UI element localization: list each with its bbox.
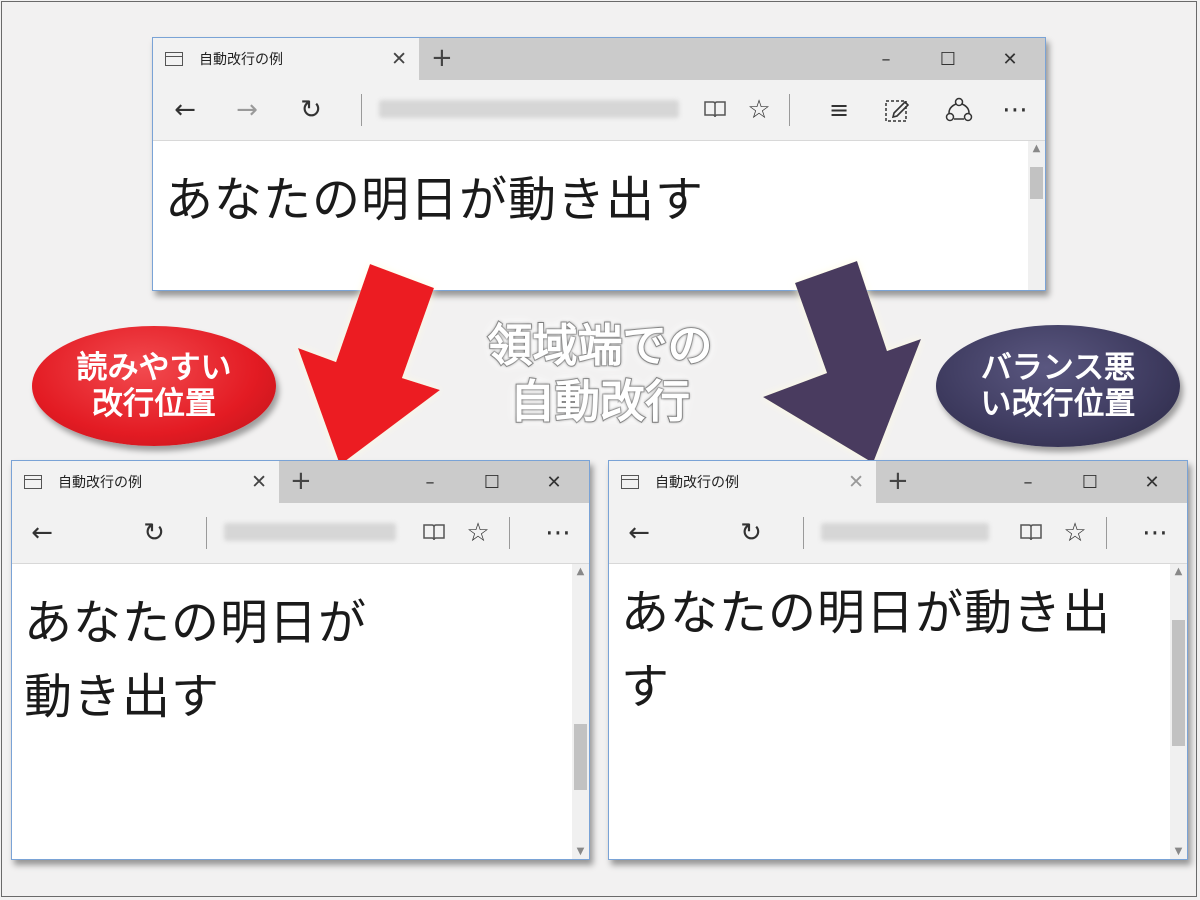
browser-window-left: 自動改行の例 ✕ + – ☐ ✕ ← ↻ ☆ ⋯ あなたの明日が 動き出す ▲ … <box>11 460 590 860</box>
tab-close-icon[interactable]: ✕ <box>251 471 267 493</box>
scroll-up-arrow-icon[interactable]: ▲ <box>572 566 589 577</box>
window-controls: – ☐ ✕ <box>997 461 1183 503</box>
window-controls: – ☐ ✕ <box>399 461 585 503</box>
caption-line: 自動改行 <box>509 374 691 429</box>
vertical-scrollbar[interactable]: ▲ <box>1028 141 1045 290</box>
scrollbar-thumb[interactable] <box>1030 167 1043 199</box>
vertical-scrollbar[interactable]: ▲ ▼ <box>1170 564 1187 859</box>
reading-view-icon[interactable] <box>1019 522 1043 542</box>
page-text-line: す <box>621 659 671 715</box>
refresh-button[interactable]: ↻ <box>291 80 331 140</box>
refresh-button[interactable]: ↻ <box>134 503 174 563</box>
tab-close-icon[interactable]: ✕ <box>848 471 864 493</box>
scroll-down-arrow-icon[interactable]: ▼ <box>572 846 589 857</box>
window-controls: – ☐ ✕ <box>855 38 1041 80</box>
minimize-button[interactable]: – <box>399 472 461 493</box>
scrollbar-thumb[interactable] <box>1172 620 1185 746</box>
page-text: あなたの明日が 動き出す <box>24 586 367 734</box>
reading-view-icon[interactable] <box>422 522 446 542</box>
toolbar: ← → ↻ ☆ ≡ ⋯ <box>153 80 1045 141</box>
title-bar: 自動改行の例 ✕ + – ☐ ✕ <box>12 461 589 503</box>
close-window-button[interactable]: ✕ <box>979 49 1041 70</box>
page-text-line: あなたの明日が動き出す <box>165 172 705 228</box>
toolbar: ← ↻ ☆ ⋯ <box>609 503 1187 564</box>
title-bar: 自動改行の例 ✕ + – ☐ ✕ <box>609 461 1187 503</box>
title-bar: 自動改行の例 ✕ + – ☐ ✕ <box>153 38 1045 80</box>
arrow-left-shape <box>298 264 440 465</box>
arrow-right <box>763 261 921 463</box>
favorite-star-icon[interactable]: ☆ <box>1055 503 1095 563</box>
page-text: あなたの明日が動き出す <box>165 163 704 237</box>
toolbar-separator <box>509 517 510 549</box>
toolbar-separator <box>361 94 362 126</box>
minimize-button[interactable]: – <box>997 472 1059 493</box>
refresh-button[interactable]: ↻ <box>731 503 771 563</box>
tab-title: 自動改行の例 <box>655 475 739 491</box>
page-content: あなたの明日が 動き出す ▲ ▼ <box>12 564 589 859</box>
maximize-button[interactable]: ☐ <box>1059 472 1121 493</box>
badge-line: 改行位置 <box>92 386 216 422</box>
browser-window-top: 自動改行の例 ✕ + – ☐ ✕ ← → ↻ ☆ ≡ ⋯ あなたの明日が動き出す… <box>152 37 1046 291</box>
hub-icon[interactable]: ≡ <box>819 80 859 140</box>
new-tab-button[interactable]: + <box>887 467 909 495</box>
caption: 領域端での 自動改行 <box>470 318 730 430</box>
new-tab-button[interactable]: + <box>431 44 453 72</box>
toolbar: ← ↻ ☆ ⋯ <box>12 503 589 564</box>
reading-view-icon[interactable] <box>703 99 727 119</box>
page-text-line: あなたの明日が <box>24 595 368 651</box>
page-icon <box>24 475 42 489</box>
address-bar[interactable] <box>379 100 679 118</box>
badge-line: い改行位置 <box>980 386 1136 422</box>
share-icon[interactable] <box>945 97 973 123</box>
tab-title: 自動改行の例 <box>199 52 283 68</box>
page-text-line: あなたの明日が動き出 <box>621 585 1112 641</box>
more-icon[interactable]: ⋯ <box>538 503 578 563</box>
scroll-up-arrow-icon[interactable]: ▲ <box>1028 143 1045 154</box>
caption-line: 領域端での <box>486 318 713 373</box>
badge-readable: 読みやすい 改行位置 <box>32 326 276 446</box>
web-note-icon[interactable] <box>884 97 910 123</box>
arrow-right-shape <box>763 261 921 463</box>
new-tab-button[interactable]: + <box>290 467 312 495</box>
browser-tab[interactable]: 自動改行の例 ✕ <box>153 38 419 80</box>
arrow-left <box>298 264 440 465</box>
badge-line: 読みやすい <box>76 350 232 386</box>
page-text: あなたの明日が動き出 す <box>621 576 1111 724</box>
toolbar-separator <box>1106 517 1107 549</box>
page-content: あなたの明日が動き出 す ▲ ▼ <box>609 564 1187 859</box>
toolbar-separator <box>789 94 790 126</box>
tab-close-icon[interactable]: ✕ <box>391 48 407 70</box>
close-window-button[interactable]: ✕ <box>523 472 585 493</box>
toolbar-separator <box>206 517 207 549</box>
back-button[interactable]: ← <box>619 503 659 563</box>
address-bar[interactable] <box>224 523 396 541</box>
forward-button[interactable]: → <box>227 80 267 140</box>
favorite-star-icon[interactable]: ☆ <box>458 503 498 563</box>
badge-unbalanced: バランス悪 い改行位置 <box>936 325 1180 447</box>
favorite-star-icon[interactable]: ☆ <box>739 80 779 140</box>
toolbar-separator <box>803 517 804 549</box>
browser-window-right: 自動改行の例 ✕ + – ☐ ✕ ← ↻ ☆ ⋯ あなたの明日が動き出 す ▲ … <box>608 460 1188 860</box>
back-button[interactable]: ← <box>22 503 62 563</box>
more-icon[interactable]: ⋯ <box>1135 503 1175 563</box>
badge-line: バランス悪 <box>980 350 1136 386</box>
scroll-up-arrow-icon[interactable]: ▲ <box>1170 566 1187 577</box>
address-bar[interactable] <box>821 523 989 541</box>
page-icon <box>621 475 639 489</box>
maximize-button[interactable]: ☐ <box>461 472 523 493</box>
browser-tab[interactable]: 自動改行の例 ✕ <box>12 461 279 503</box>
back-button[interactable]: ← <box>165 80 205 140</box>
scrollbar-thumb[interactable] <box>574 724 587 790</box>
page-text-line: 動き出す <box>24 669 221 725</box>
browser-tab[interactable]: 自動改行の例 ✕ <box>609 461 876 503</box>
maximize-button[interactable]: ☐ <box>917 49 979 70</box>
tab-title: 自動改行の例 <box>58 475 142 491</box>
minimize-button[interactable]: – <box>855 49 917 70</box>
close-window-button[interactable]: ✕ <box>1121 472 1183 493</box>
more-icon[interactable]: ⋯ <box>995 80 1035 140</box>
vertical-scrollbar[interactable]: ▲ ▼ <box>572 564 589 859</box>
page-icon <box>165 52 183 66</box>
scroll-down-arrow-icon[interactable]: ▼ <box>1170 846 1187 857</box>
